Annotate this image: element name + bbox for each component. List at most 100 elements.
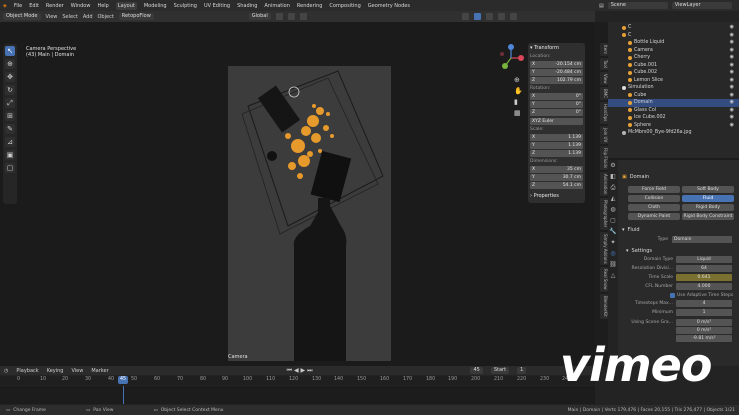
sidebar-tab-item[interactable]: Item — [600, 43, 608, 57]
outliner-row[interactable]: Lemon Slice ◉ — [608, 77, 739, 85]
world-props-icon[interactable]: ◍ — [608, 204, 618, 215]
tab-geometry-nodes[interactable]: Geometry Nodes — [368, 3, 410, 9]
retopoflow-button[interactable]: RetopoFlow — [118, 13, 154, 20]
jump-end-icon[interactable]: ⏭ — [307, 367, 312, 374]
outliner-row[interactable]: Glass Col ◉ — [608, 107, 739, 115]
gravity-y-field[interactable]: 0 m/s² — [676, 327, 732, 334]
eye-icon[interactable]: ◉ — [730, 77, 734, 85]
eye-icon[interactable]: ◉ — [730, 32, 734, 40]
eye-icon[interactable]: ◉ — [730, 99, 734, 107]
pivot-icon[interactable] — [275, 13, 283, 20]
adaptive-timesteps-row[interactable]: Use Adaptive Time Steps — [622, 293, 734, 298]
shading-solid-icon[interactable] — [485, 13, 493, 20]
rigid-body-button[interactable]: Rigid Body — [682, 204, 734, 211]
overlay-icon[interactable] — [461, 13, 469, 20]
domain-type-dropdown[interactable]: Liquid — [676, 256, 732, 263]
outliner-row[interactable]: Sphere ◉ — [608, 122, 739, 130]
rotation-mode-dropdown[interactable]: XYZ Euler — [530, 118, 583, 125]
checkbox-checked-icon[interactable] — [670, 293, 675, 298]
timeline-editor-icon[interactable]: ◷ — [4, 368, 8, 374]
fluid-button[interactable]: Fluid — [682, 195, 734, 202]
modifier-props-icon[interactable]: 🔧 — [608, 226, 618, 237]
outliner-row-selected[interactable]: Domain ◉ — [608, 99, 739, 107]
tab-uv-editing[interactable]: UV Editing — [204, 3, 230, 9]
menu-edit[interactable]: Edit — [29, 3, 39, 9]
tool-props-icon[interactable]: ⚙ — [608, 160, 618, 171]
tab-modeling[interactable]: Modeling — [144, 3, 167, 9]
rigid-body-constraint-button[interactable]: Rigid Body Constraint — [682, 213, 734, 220]
scale-z-field[interactable]: Z 1.139 — [530, 150, 583, 157]
mode-dropdown[interactable]: Object Mode — [3, 13, 41, 20]
outliner-row[interactable]: Cube ◉ — [608, 92, 739, 100]
menu-keying[interactable]: Keying — [47, 368, 64, 374]
dimensions-z-field[interactable]: Z 54.1 cm — [530, 182, 583, 189]
outliner-row[interactable]: Cherry ◉ — [608, 54, 739, 62]
outliner-row[interactable]: McMbrs00_Bye-9fd26a.jpg — [608, 129, 739, 137]
xray-icon[interactable] — [473, 13, 481, 20]
menu-add[interactable]: Add — [83, 14, 93, 20]
eye-icon[interactable]: ◉ — [730, 69, 734, 77]
start-frame-label[interactable]: Start — [490, 367, 510, 374]
eye-icon[interactable]: ◉ — [730, 92, 734, 100]
start-frame-field[interactable]: 1 — [517, 367, 527, 374]
sidebar-tab-view[interactable]: View — [600, 71, 608, 86]
timeline-ruler[interactable]: 0 10 20 30 40 45 50 60 70 80 90 100 110 … — [0, 376, 595, 385]
menu-view[interactable]: View — [46, 14, 58, 20]
gravity-x-field[interactable]: 0 m/s² — [676, 319, 732, 326]
timesteps-min-field[interactable]: 1 — [676, 309, 732, 316]
scene-field[interactable]: Scene — [607, 2, 668, 9]
sidebar-tab-bmc[interactable]: BMC — [600, 87, 608, 101]
scale-x-field[interactable]: X 1.139 — [530, 134, 583, 141]
menu-playback[interactable]: Playback — [16, 368, 38, 374]
sidebar-tab-hardops[interactable]: HardOps — [600, 102, 608, 124]
zoom-icon[interactable]: ⊕ — [514, 75, 523, 86]
rotate-tool-icon[interactable]: ↻ — [5, 85, 15, 95]
eye-icon[interactable]: ◉ — [730, 54, 734, 62]
menu-help[interactable]: Help — [97, 3, 108, 9]
outliner-row[interactable]: Cube.002 ◉ — [608, 69, 739, 77]
menu-select[interactable]: Select — [62, 14, 77, 20]
timesteps-max-field[interactable]: 4 — [676, 300, 732, 307]
extra-tool-icon[interactable]: ▢ — [5, 163, 15, 173]
orientation-dropdown[interactable]: Global — [248, 13, 271, 20]
eye-icon[interactable]: ◉ — [730, 114, 734, 122]
tab-layout[interactable]: Layout — [115, 1, 137, 10]
particles-props-icon[interactable]: ✦ — [608, 237, 618, 248]
cloth-button[interactable]: Cloth — [628, 204, 680, 211]
eye-icon[interactable]: ◉ — [730, 107, 734, 115]
dimensions-x-field[interactable]: X 35 cm — [530, 166, 583, 173]
render-props-icon[interactable]: ◧ — [608, 171, 618, 182]
properties-subpanel-header[interactable]: › Properties — [530, 193, 583, 200]
proportional-icon[interactable] — [299, 13, 307, 20]
transform-header[interactable]: ▾ Transform — [530, 45, 583, 52]
outliner-row[interactable]: Camera ◉ — [608, 47, 739, 55]
sidebar-tab-real-snow[interactable]: Real Snow — [600, 267, 608, 292]
resolution-field[interactable]: 64 — [676, 265, 732, 272]
outliner-row[interactable]: Simulation ◉ — [608, 84, 739, 92]
tab-sculpting[interactable]: Sculpting — [174, 3, 197, 9]
timeline-track-area[interactable] — [0, 386, 595, 404]
annotate-tool-icon[interactable]: ✎ — [5, 124, 15, 134]
sidebar-tab-simply-addons[interactable]: Simply Addons — [600, 231, 608, 266]
location-y-field[interactable]: Y -20.484 cm — [530, 69, 583, 76]
location-x-field[interactable]: X -20.154 cm — [530, 61, 583, 68]
current-frame-field[interactable]: 45 — [470, 367, 483, 374]
sidebar-tab-join-uv[interactable]: Join UV — [600, 125, 608, 144]
menu-marker[interactable]: Marker — [91, 368, 108, 374]
sidebar-tab-flip-fluids[interactable]: Flip Fluids — [600, 145, 608, 170]
collision-button[interactable]: Collision — [628, 195, 680, 202]
transform-tool-icon[interactable]: ⊞ — [5, 111, 15, 121]
camera-view-icon[interactable]: ▮ — [514, 97, 523, 108]
eye-icon[interactable]: ◉ — [730, 47, 734, 55]
menu-object[interactable]: Object — [98, 14, 114, 20]
outliner-row[interactable]: Bottle Liquid ◉ — [608, 39, 739, 47]
add-cube-tool-icon[interactable]: ▣ — [5, 150, 15, 160]
move-tool-icon[interactable]: ✥ — [5, 72, 15, 82]
shading-render-icon[interactable] — [509, 13, 517, 20]
outliner-row[interactable]: C ◉ — [608, 32, 739, 40]
play-reverse-icon[interactable]: ◀ — [294, 367, 299, 374]
snap-icon[interactable] — [287, 13, 295, 20]
eye-icon[interactable]: ◉ — [730, 62, 734, 70]
play-icon[interactable]: ▶ — [301, 367, 306, 374]
sidebar-tab-blenderkit[interactable]: BlenderKit — [600, 293, 608, 319]
